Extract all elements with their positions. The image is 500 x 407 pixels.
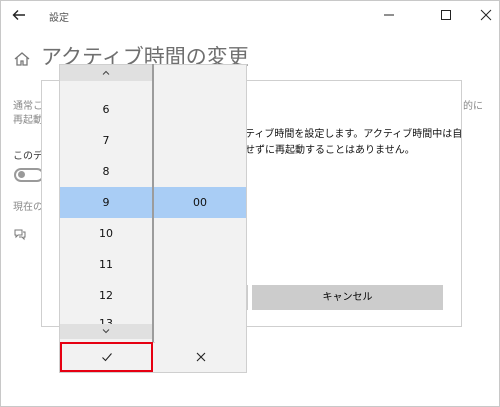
hour-item-partial[interactable]: 13 xyxy=(60,317,152,324)
bg-text-line1-right: 的に xyxy=(463,101,483,112)
back-arrow-icon[interactable] xyxy=(11,7,27,23)
hour-item[interactable]: 7 xyxy=(60,125,152,156)
chevron-up-icon xyxy=(102,70,110,75)
hour-scroll-up-button[interactable] xyxy=(60,65,152,81)
title-bar: 設定 xyxy=(1,1,499,31)
hour-scroll-down-button[interactable] xyxy=(60,324,152,339)
dialog-description-line1: ティブ時間を設定します。アクティブ時間中は自 xyxy=(245,129,463,140)
hour-item[interactable]: 10 xyxy=(60,218,152,249)
bg-toggle-switch[interactable] xyxy=(14,168,44,182)
cancel-button[interactable]: キャンセル xyxy=(252,285,443,310)
bg-text-line3: このデ xyxy=(13,151,43,162)
bg-text-line4: 現在の xyxy=(13,202,43,213)
settings-window: 設定 アクティブ時間の変更 通常こ 的に 再起動 このデ 現在の ティブ時間を設… xyxy=(0,0,500,407)
dialog-description: ティブ時間を設定します。アクティブ時間中は自 せずに再起動することはありません。 xyxy=(245,127,475,159)
window-close-icon[interactable] xyxy=(475,5,497,25)
chevron-down-icon xyxy=(102,329,110,334)
maximize-icon[interactable] xyxy=(435,5,457,25)
bg-text-line2: 再起動 xyxy=(13,115,43,126)
app-title: 設定 xyxy=(49,13,69,24)
hour-item[interactable]: 6 xyxy=(60,94,152,125)
bg-text-line1: 通常こ xyxy=(13,101,43,112)
minute-item-selected[interactable]: 00 xyxy=(154,187,246,218)
hour-item[interactable]: 12 xyxy=(60,280,152,311)
dialog-description-line2: せずに再起動することはありません。 xyxy=(245,145,415,156)
hour-item[interactable]: 11 xyxy=(60,249,152,280)
accept-button[interactable] xyxy=(60,342,153,372)
help-chat-icon[interactable] xyxy=(13,227,27,241)
minimize-icon[interactable] xyxy=(378,5,400,25)
hour-item-selected[interactable]: 9 xyxy=(60,187,152,218)
dismiss-button[interactable] xyxy=(155,342,246,372)
home-icon[interactable] xyxy=(13,50,31,68)
checkmark-icon xyxy=(101,353,112,362)
close-icon xyxy=(196,352,205,362)
hour-item[interactable]: 8 xyxy=(60,156,152,187)
